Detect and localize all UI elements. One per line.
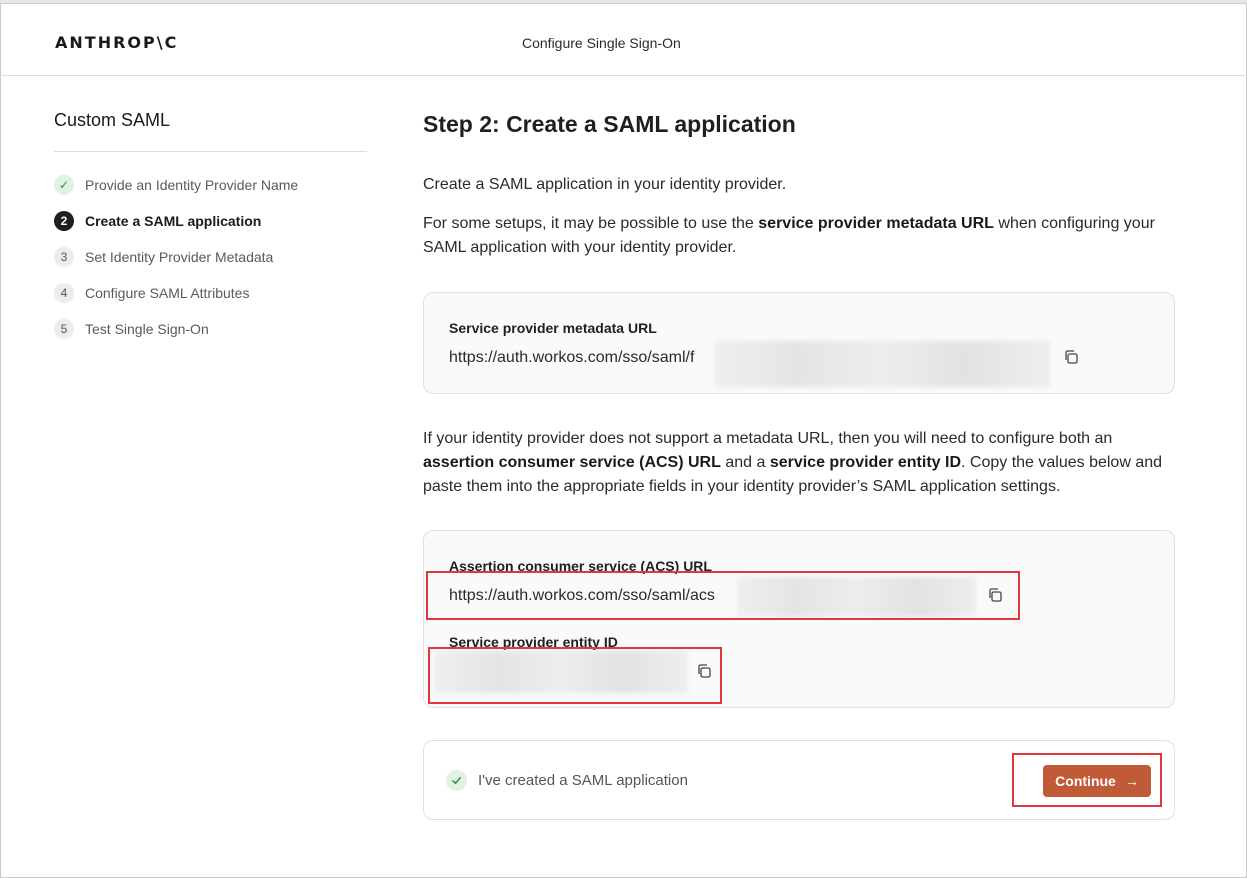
intro-text: Create a SAML application in your identi… xyxy=(423,176,787,193)
step-label: Create a SAML application xyxy=(85,213,262,229)
sidebar: Custom SAML ✓ Provide an Identity Provid… xyxy=(54,110,367,339)
acs-note: If your identity provider does not suppo… xyxy=(423,427,1175,499)
sidebar-title: Custom SAML xyxy=(54,110,367,152)
step-number-badge: 4 xyxy=(54,283,74,303)
acs-note-bold: assertion consumer service (ACS) URL xyxy=(423,454,721,471)
metadata-note-bold: service provider metadata URL xyxy=(758,215,994,232)
created-checkbox-label[interactable]: I've created a SAML application xyxy=(478,772,688,789)
step-label: Provide an Identity Provider Name xyxy=(85,177,299,193)
header-title: Configure Single Sign-On xyxy=(522,35,681,51)
acs-url-highlight xyxy=(426,571,1020,620)
step-label: Configure SAML Attributes xyxy=(85,285,250,301)
step-item-idp-metadata[interactable]: 3 Set Identity Provider Metadata xyxy=(54,246,273,268)
step-item-create-saml-app[interactable]: 2 Create a SAML application xyxy=(54,210,261,232)
page-title: Step 2: Create a SAML application xyxy=(423,111,796,137)
step-number-badge: 3 xyxy=(54,247,74,267)
acs-note-text: and a xyxy=(720,454,770,471)
header: ANTHROP\C Configure Single Sign-On xyxy=(0,4,1247,76)
metadata-url-label: Service provider metadata URL xyxy=(449,320,657,336)
entity-id-highlight xyxy=(428,647,722,704)
redacted-value xyxy=(714,341,1050,387)
continue-highlight xyxy=(1012,753,1162,807)
metadata-url-value[interactable]: https://auth.workos.com/sso/saml/f xyxy=(449,349,694,367)
step-number-badge: 2 xyxy=(54,211,74,231)
acs-note-text: If your identity provider does not suppo… xyxy=(423,430,1113,447)
metadata-note: For some setups, it may be possible to u… xyxy=(423,212,1175,260)
metadata-url-card: Service provider metadata URL https://au… xyxy=(423,292,1175,394)
acs-note-bold: service provider entity ID xyxy=(769,454,961,471)
check-icon: ✓ xyxy=(54,175,74,195)
step-label: Set Identity Provider Metadata xyxy=(85,249,274,265)
check-icon xyxy=(452,777,461,784)
created-checkbox[interactable] xyxy=(446,770,467,791)
step-item-test-sso[interactable]: 5 Test Single Sign-On xyxy=(54,318,209,340)
metadata-note-text: For some setups, it may be possible to u… xyxy=(423,215,759,232)
anthropic-logo[interactable]: ANTHROP\C xyxy=(55,33,178,52)
step-label: Test Single Sign-On xyxy=(85,321,209,337)
copy-icon[interactable] xyxy=(1063,349,1079,365)
step-item-provider-name[interactable]: ✓ Provide an Identity Provider Name xyxy=(54,174,298,196)
step-item-saml-attributes[interactable]: 4 Configure SAML Attributes xyxy=(54,282,249,304)
step-number-badge: 5 xyxy=(54,319,74,339)
